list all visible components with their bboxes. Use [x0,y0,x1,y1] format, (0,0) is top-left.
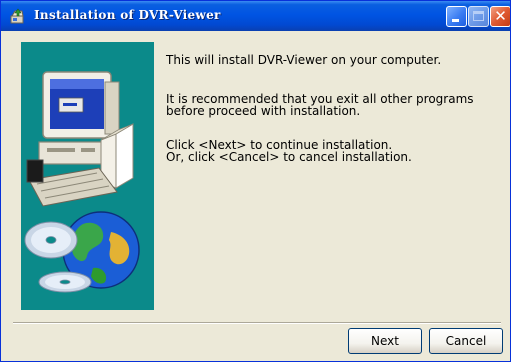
maximize-icon [473,11,484,21]
title-bar[interactable]: Installation of DVR-Viewer ✕ [1,1,510,31]
install-intro-text: This will install DVR-Viewer on your com… [166,53,442,67]
maximize-button[interactable] [468,6,489,27]
close-button[interactable]: ✕ [490,6,510,27]
installer-dialog: Installation of DVR-Viewer ✕ This will i… [0,0,511,362]
computer-and-globe-illustration [24,71,140,293]
recommendation-text-line2: before proceed with installation. [166,104,361,118]
button-separator [13,322,501,324]
minimize-icon [452,19,459,22]
cancel-instruction-text: Or, click <Cancel> to cancel installatio… [166,150,412,164]
close-icon: ✕ [494,7,507,25]
installer-icon [9,7,27,25]
window-title: Installation of DVR-Viewer [34,8,221,22]
next-button[interactable]: Next [348,328,422,354]
minimize-button[interactable] [446,6,467,27]
installer-illustration-panel [21,42,154,310]
cancel-button[interactable]: Cancel [429,328,503,354]
